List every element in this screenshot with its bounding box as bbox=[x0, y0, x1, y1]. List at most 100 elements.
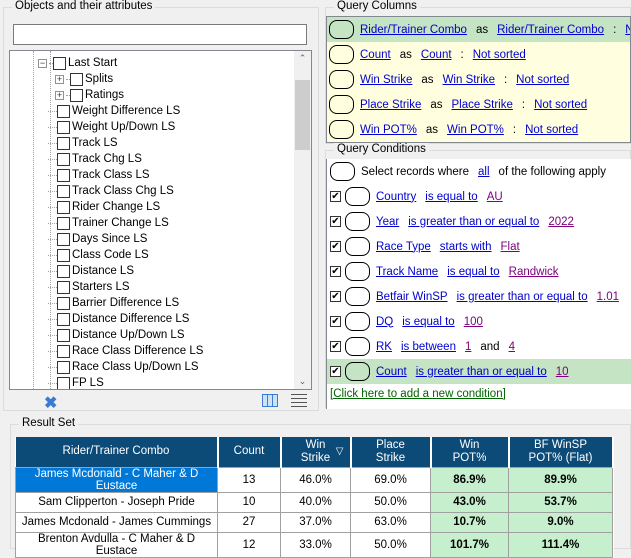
condition-handle[interactable] bbox=[345, 262, 370, 281]
condition-field-link[interactable]: Year bbox=[376, 216, 399, 228]
table-cell[interactable]: 10.7% bbox=[430, 511, 509, 533]
condition-row[interactable]: ✔ RK is between 1 and 4 bbox=[327, 334, 631, 359]
condition-checkbox[interactable]: ✔ bbox=[330, 291, 341, 302]
table-cell[interactable]: James Mcdonald - James Cummings bbox=[15, 511, 218, 533]
column-field-link[interactable]: Count bbox=[360, 49, 391, 61]
tree-node[interactable]: + Ratings bbox=[55, 87, 124, 103]
tree-node-checkbox[interactable] bbox=[57, 184, 70, 198]
query-column-row[interactable]: Count as Count: Not sorted bbox=[327, 42, 630, 67]
condition-field-link[interactable]: Race Type bbox=[376, 241, 431, 253]
condition-checkbox[interactable]: ✔ bbox=[330, 191, 341, 202]
table-cell[interactable]: 63.0% bbox=[350, 511, 431, 533]
table-cell[interactable]: 50.0% bbox=[350, 531, 431, 558]
table-cell[interactable]: 101.7% bbox=[430, 531, 509, 558]
condition-field-link[interactable]: Count bbox=[376, 366, 407, 378]
tree-node[interactable]: Race Class Up/Down LS bbox=[48, 359, 199, 375]
condition-row[interactable]: ✔ Country is equal to AU bbox=[327, 184, 631, 209]
tree-node-checkbox[interactable] bbox=[57, 168, 70, 182]
column-handle[interactable] bbox=[329, 120, 354, 139]
tree-node[interactable]: Track Class LS bbox=[48, 167, 150, 183]
condition-operator-link[interactable]: is equal to bbox=[402, 316, 454, 328]
condition-field-link[interactable]: Country bbox=[376, 191, 416, 203]
table-cell[interactable]: 9.0% bbox=[508, 511, 613, 533]
condition-value-link[interactable]: 1 bbox=[465, 341, 471, 353]
tree-node-checkbox[interactable] bbox=[57, 248, 70, 262]
tree-node-checkbox[interactable] bbox=[57, 136, 70, 150]
condition-row[interactable]: ✔ Race Type starts with Flat bbox=[327, 234, 631, 259]
table-row[interactable]: Sam Clipperton - Joseph Pride 10 40.0% 50.0… bbox=[15, 491, 613, 513]
tree-node[interactable]: Days Since LS bbox=[48, 231, 147, 247]
tree-node-checkbox[interactable] bbox=[70, 88, 83, 102]
column-handle[interactable] bbox=[329, 45, 354, 64]
column-field-link[interactable]: Win Strike bbox=[360, 74, 412, 86]
condition-field-link[interactable]: DQ bbox=[376, 316, 393, 328]
table-cell[interactable]: 27 bbox=[217, 511, 281, 533]
query-column-row[interactable]: Win POT% as Win POT%: Not sorted bbox=[327, 117, 630, 142]
column-alias-link[interactable]: Win Strike bbox=[443, 74, 495, 86]
column-handle[interactable] bbox=[329, 95, 354, 114]
sort-filter-icon[interactable]: ▽ bbox=[336, 445, 344, 458]
tree-node[interactable]: Rider Change LS bbox=[48, 199, 160, 215]
table-cell[interactable]: 50.0% bbox=[350, 491, 431, 513]
column-field-link[interactable]: Rider/Trainer Combo bbox=[360, 24, 467, 36]
condition-value-link[interactable]: 1.01 bbox=[597, 291, 619, 303]
table-cell[interactable]: 37.0% bbox=[280, 511, 351, 533]
condition-field-link[interactable]: Betfair WinSP bbox=[376, 291, 448, 303]
collapse-icon[interactable]: − bbox=[38, 58, 47, 68]
table-cell[interactable]: 86.9% bbox=[430, 466, 509, 493]
column-sort-link[interactable]: Not sorted bbox=[516, 74, 569, 86]
table-cell[interactable]: James Mcdonald - C Maher & D Eustace bbox=[15, 466, 218, 493]
tree-node[interactable]: Weight Up/Down LS bbox=[48, 119, 175, 135]
expand-icon[interactable]: + bbox=[55, 74, 64, 84]
tree-node[interactable]: Barrier Difference LS bbox=[48, 295, 179, 311]
tree-node-checkbox[interactable] bbox=[57, 328, 70, 342]
query-column-row[interactable]: Rider/Trainer Combo as Rider/Trainer Combo… bbox=[327, 17, 630, 42]
column-header[interactable]: Win Strike ▽ bbox=[280, 437, 352, 467]
column-sort-link[interactable]: Not sorted bbox=[625, 24, 630, 36]
table-cell[interactable]: 10 bbox=[217, 491, 281, 513]
column-alias-link[interactable]: Rider/Trainer Combo bbox=[497, 24, 604, 36]
tree-node-checkbox[interactable] bbox=[57, 120, 70, 134]
tree-node[interactable]: FP LS bbox=[48, 375, 104, 389]
condition-handle[interactable] bbox=[345, 362, 370, 381]
table-cell[interactable]: 12 bbox=[217, 531, 281, 558]
table-cell[interactable]: 69.0% bbox=[350, 466, 431, 493]
tree-node[interactable]: Distance LS bbox=[48, 263, 134, 279]
condition-value-link[interactable]: 10 bbox=[556, 366, 569, 378]
table-cell[interactable]: Sam Clipperton - Joseph Pride bbox=[15, 491, 218, 513]
tree-node-checkbox[interactable] bbox=[57, 104, 70, 118]
condition-handle[interactable] bbox=[345, 287, 370, 306]
condition-checkbox[interactable]: ✔ bbox=[330, 341, 341, 352]
condition-row[interactable]: ✔ Count is greater than or equal to 10 bbox=[327, 359, 631, 384]
condition-value-link[interactable]: Randwick bbox=[509, 266, 559, 278]
tree-node-checkbox[interactable] bbox=[57, 200, 70, 214]
tree-scrollbar[interactable]: ⌃ ⌄ bbox=[294, 51, 311, 389]
condition-value-link[interactable]: 2022 bbox=[548, 216, 574, 228]
tree-node[interactable]: Track LS bbox=[48, 135, 118, 151]
condition-value-link[interactable]: AU bbox=[487, 191, 503, 203]
column-alias-link[interactable]: Win POT% bbox=[447, 124, 504, 136]
tree-node[interactable]: Trainer Change LS bbox=[48, 215, 169, 231]
condition-operator-link[interactable]: is equal to bbox=[447, 266, 499, 278]
tree-node-checkbox[interactable] bbox=[57, 264, 70, 278]
column-handle[interactable] bbox=[329, 20, 354, 39]
condition-handle[interactable] bbox=[345, 337, 370, 356]
tree-node-checkbox[interactable] bbox=[57, 344, 70, 358]
table-cell[interactable]: 53.7% bbox=[508, 491, 613, 513]
condition-operator-link[interactable]: is greater than or equal to bbox=[416, 366, 547, 378]
condition-operator-link[interactable]: starts with bbox=[440, 241, 492, 253]
condition-checkbox[interactable]: ✔ bbox=[330, 316, 341, 327]
table-row[interactable]: James Mcdonald - James Cummings 27 37.0% 63… bbox=[15, 511, 613, 533]
condition-handle[interactable] bbox=[345, 312, 370, 331]
tree-node[interactable]: − Last Start bbox=[38, 55, 117, 71]
table-cell[interactable]: 40.0% bbox=[280, 491, 351, 513]
clear-selection-icon[interactable]: ✖ bbox=[44, 393, 57, 413]
condition-operator-link[interactable]: is greater than or equal to bbox=[408, 216, 539, 228]
table-row[interactable]: James Mcdonald - C Maher & D Eustace 13 46… bbox=[15, 466, 613, 493]
condition-handle[interactable] bbox=[345, 237, 370, 256]
match-mode-link[interactable]: all bbox=[478, 166, 490, 178]
scroll-thumb[interactable] bbox=[295, 80, 310, 150]
column-header[interactable]: BF WinSP POT% (Flat) bbox=[508, 437, 614, 467]
condition-operator-link[interactable]: is greater than or equal to bbox=[457, 291, 588, 303]
condition-row[interactable]: ✔ Year is greater than or equal to 2022 bbox=[327, 209, 631, 234]
